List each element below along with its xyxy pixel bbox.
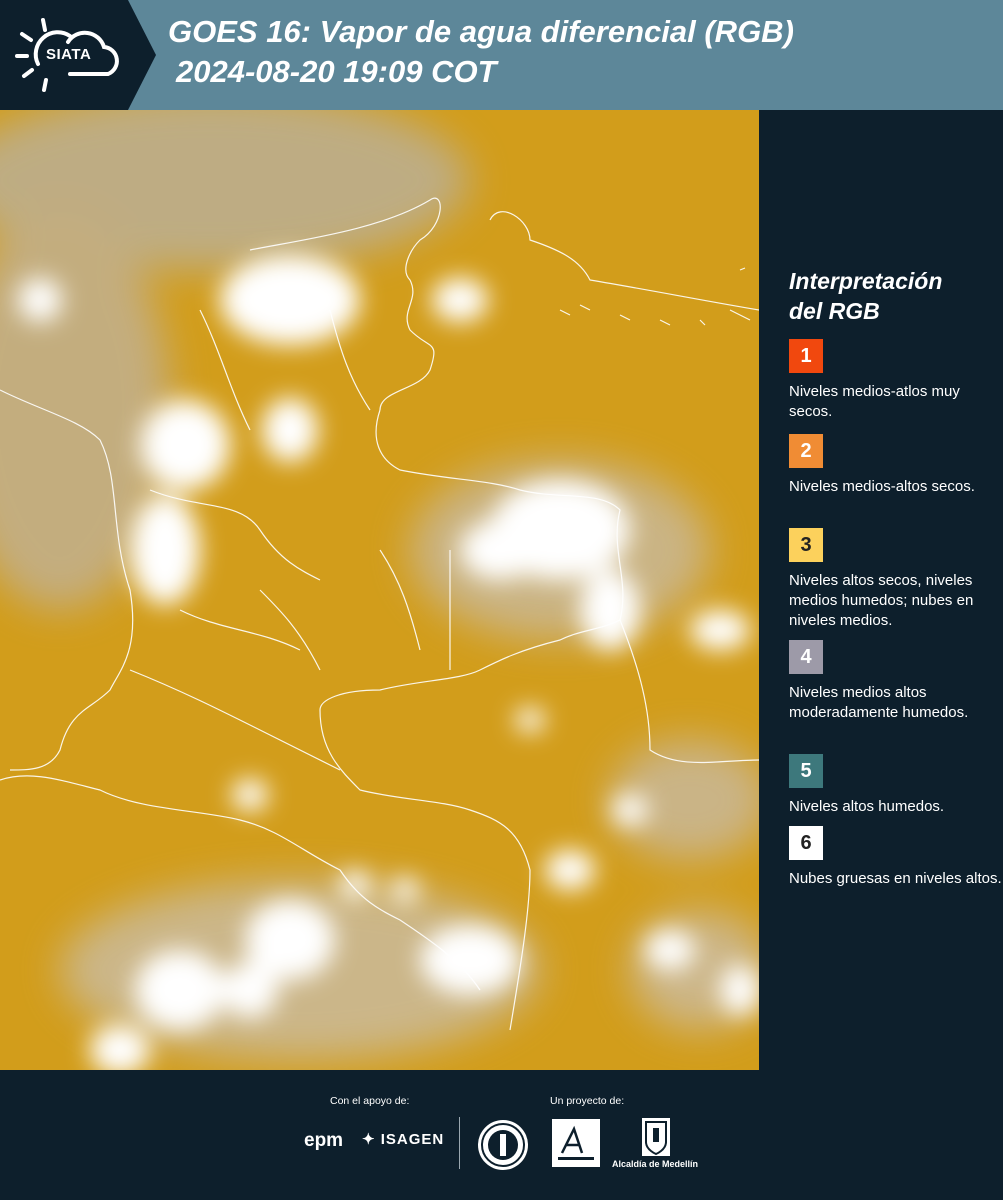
- legend-number: 3: [800, 533, 812, 556]
- legend-title-line2: del RGB: [789, 298, 880, 324]
- legend-label: Nubes gruesas en niveles altos.: [789, 870, 1002, 887]
- legend-label: Niveles altos humedos.: [789, 798, 945, 815]
- university-seal-icon[interactable]: [478, 1120, 528, 1170]
- legend-item-1: 1 Niveles medios-atlos muy secos.: [789, 339, 1003, 422]
- legend-swatch: 2: [789, 434, 823, 468]
- legend-item-6: 6 Nubes gruesas en niveles altos.: [789, 826, 1003, 889]
- legend-item-4: 4 Niveles medios altos moderadamente hum…: [789, 640, 1003, 723]
- map-image: [0, 110, 759, 1070]
- legend-title-line1: Interpretación: [789, 268, 943, 294]
- logo-arrow: [128, 0, 156, 110]
- isagen-logo[interactable]: ✦ ISAGEN: [362, 1130, 444, 1148]
- shield-icon: [645, 1121, 667, 1156]
- footer: Con el apoyo de: Un proyecto de: epm ✦ I…: [0, 1070, 1003, 1200]
- legend-item-5: 5 Niveles altos humedos.: [789, 754, 1003, 817]
- alcaldia-label: Alcaldía de Medellín: [612, 1159, 699, 1169]
- legend-number: 2: [800, 439, 812, 462]
- isagen-text: ISAGEN: [380, 1131, 445, 1148]
- legend-number: 5: [800, 759, 812, 782]
- legend-label: Niveles altos secos, niveles medios hume…: [789, 572, 974, 629]
- legend-item-3: 3 Niveles altos secos, niveles medios hu…: [789, 528, 1003, 631]
- divider: [459, 1117, 460, 1169]
- header: SIATA GOES 16: Vapor de agua diferencial…: [0, 0, 1003, 110]
- legend-swatch: 1: [789, 339, 823, 373]
- legend-number: 6: [800, 831, 812, 854]
- area-metropolitana-logo[interactable]: [552, 1119, 600, 1167]
- satellite-map[interactable]: [0, 110, 759, 1070]
- legend-swatch: 6: [789, 826, 823, 860]
- legend-title: Interpretación del RGB: [789, 266, 989, 326]
- timestamp: 2024-08-20 19:09 COT: [176, 54, 497, 89]
- siata-logo[interactable]: SIATA: [0, 0, 128, 110]
- area-metropolitana-icon: [558, 1125, 594, 1160]
- epm-logo[interactable]: epm: [304, 1130, 343, 1152]
- legend-item-2: 2 Niveles medios-altos secos.: [789, 434, 1003, 497]
- legend-number: 1: [800, 344, 812, 367]
- legend-swatch: 3: [789, 528, 823, 562]
- legend-swatch: 5: [789, 754, 823, 788]
- legend-label: Niveles medios-altos secos.: [789, 478, 975, 495]
- legend-number: 4: [800, 645, 812, 668]
- legend-label: Niveles medios altos moderadamente humed…: [789, 684, 969, 721]
- alcaldia-shield-icon[interactable]: [642, 1118, 670, 1156]
- page-title: GOES 16: Vapor de agua diferencial (RGB): [168, 14, 794, 49]
- isagen-star-icon: ✦: [362, 1131, 381, 1148]
- legend-label: Niveles medios-atlos muy secos.: [789, 383, 960, 420]
- legend-swatch: 4: [789, 640, 823, 674]
- support-label: Con el apoyo de:: [330, 1095, 410, 1107]
- logo-text: SIATA: [46, 46, 92, 63]
- seal-emblem-icon: [481, 1123, 525, 1167]
- project-label: Un proyecto de:: [550, 1095, 625, 1107]
